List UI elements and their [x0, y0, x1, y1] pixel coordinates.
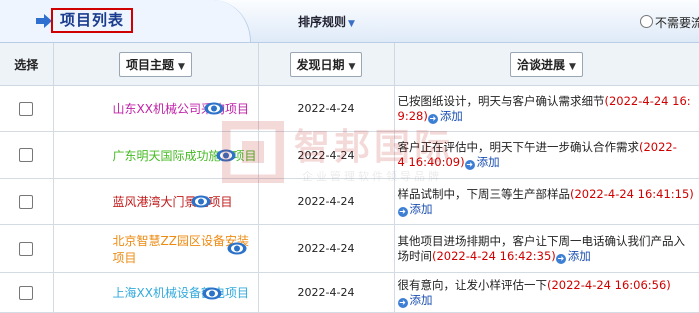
caret-down-icon: ▼: [178, 61, 185, 72]
add-icon: ➜: [464, 160, 475, 170]
add-icon: ➜: [427, 113, 438, 124]
caret-down-icon: ▼: [569, 61, 576, 72]
col-progress-header[interactable]: 洽谈进展 ▼: [394, 43, 699, 86]
col-progress-label: 洽谈进展: [517, 57, 566, 72]
eye-icon[interactable]: [202, 287, 222, 300]
progress-text: 其他项目进场排期中，客户让下周一电话确认我们产品入: [397, 233, 686, 248]
col-select-header: 选择: [0, 43, 54, 86]
caret-down-icon: ▼: [348, 19, 355, 29]
progress-cell: 已按图纸设计，明天与客户确认需求细节(2022-4-24 16: 9:28) ➜ 添…: [394, 85, 699, 132]
caret-down-icon: ▼: [348, 61, 356, 72]
row-checkbox[interactable]: [19, 194, 34, 209]
progress-text-cont: 场时间: [397, 248, 433, 263]
add-link[interactable]: ➜ 添加: [464, 155, 500, 170]
arrow-right-icon: [36, 14, 52, 28]
select-cell: [0, 131, 54, 179]
project-link[interactable]: 山东XX机械公司采购项目: [113, 102, 249, 116]
progress-timestamp: (2022-4-24 16:: [604, 93, 691, 108]
add-icon: ➜: [397, 297, 408, 308]
row-checkbox[interactable]: [19, 148, 34, 162]
table-row: 广东明天国际成功施工项目 2022-4-24 客户正在评估中，明天下午进一步确认…: [0, 131, 699, 179]
table-row: 北京智慧ZZ园区设备安装项目 2022-4-24 其他项目进场排期中，客户让下周…: [0, 224, 699, 273]
subject-cell: 蓝风港湾大门景观项目: [53, 178, 259, 225]
radio-icon[interactable]: [640, 15, 653, 28]
sort-rule-dropdown[interactable]: 排序规则 ▼: [298, 13, 355, 30]
progress-text: 客户正在评估中，明天下午进一步确认合作需求: [397, 140, 640, 154]
progress-text: 很有意向，让发小样评估一下: [397, 277, 548, 292]
date-cell: 2022-4-24: [258, 85, 395, 132]
add-label: 添加: [409, 201, 433, 216]
project-link[interactable]: 蓝风港湾大门景观项目: [113, 195, 233, 209]
table-row: 蓝风港湾大门景观项目 2022-4-24 样品试制中，下周三等生产部样品(202…: [0, 178, 699, 225]
progress-timestamp: (2022-4-24 16:06:56): [547, 277, 671, 292]
sort-rule-label: 排序规则: [298, 15, 347, 29]
date-cell: 2022-4-24: [258, 224, 395, 273]
subject-cell: 广东明天国际成功施工项目: [53, 131, 259, 179]
col-subject-header[interactable]: 项目主题 ▼: [53, 43, 259, 86]
col-date-header[interactable]: 发现日期 ▼: [258, 43, 395, 86]
progress-timestamp: (2022-4-24 16:41:15): [570, 186, 694, 201]
project-link[interactable]: 上海XX机械设备额电项目: [113, 286, 249, 300]
add-link[interactable]: ➜ 添加: [555, 248, 591, 264]
row-checkbox[interactable]: [19, 101, 34, 116]
progress-text: 已按图纸设计，明天与客户确认需求细节: [397, 93, 605, 108]
progress-timestamp: (2022-: [639, 140, 677, 154]
table-row: 山东XX机械公司采购项目 2022-4-24 已按图纸设计，明天与客户确认需求细…: [0, 85, 699, 132]
progress-cell: 客户正在评估中，明天下午进一步确认合作需求(2022- 4 16:40:09) ➜…: [394, 131, 699, 179]
date-cell: 2022-4-24: [258, 178, 395, 225]
progress-timestamp: (2022-4-24 16:42:35): [432, 248, 556, 263]
eye-icon[interactable]: [216, 149, 236, 162]
progress-cell: 其他项目进场排期中，客户让下周一电话确认我们产品入 场时间(2022-4-24 …: [394, 224, 699, 273]
select-cell: [0, 224, 54, 273]
add-label: 添加: [476, 155, 500, 169]
col-date-label: 发现日期: [296, 57, 345, 72]
select-cell: [0, 85, 54, 132]
progress-text: 样品试制中，下周三等生产部样品: [397, 186, 571, 201]
col-subject-label: 项目主题: [126, 57, 175, 72]
add-label: 添加: [567, 248, 591, 263]
row-checkbox[interactable]: [19, 285, 34, 300]
select-cell: [0, 178, 54, 225]
table-header-row: 选择 项目主题 ▼ 发现日期 ▼ 洽谈进展 ▼: [0, 43, 699, 86]
eye-icon[interactable]: [227, 242, 247, 255]
row-checkbox[interactable]: [19, 241, 34, 256]
progress-cell: 样品试制中，下周三等生产部样品(2022-4-24 16:41:15) ➜ 添加: [394, 178, 699, 225]
page-title: 项目列表: [51, 8, 133, 33]
subject-cell: 北京智慧ZZ园区设备安装项目: [53, 224, 259, 273]
no-need-radio[interactable]: 不需要流: [640, 14, 699, 31]
add-link[interactable]: ➜ 添加: [397, 292, 433, 308]
subject-cell: 山东XX机械公司采购项目: [53, 85, 259, 132]
project-table: 选择 项目主题 ▼ 发现日期 ▼ 洽谈进展 ▼ 山东XX机械公司采购项目 2022-4…: [0, 43, 699, 313]
add-label: 添加: [409, 292, 433, 307]
add-label: 添加: [439, 108, 463, 123]
top-toolbar: 项目列表 排序规则 ▼ 不需要流: [0, 0, 699, 43]
add-link[interactable]: ➜ 添加: [397, 201, 433, 217]
eye-icon[interactable]: [204, 102, 224, 115]
eye-icon[interactable]: [191, 195, 211, 208]
progress-timestamp-cont: 4 16:40:09): [397, 155, 465, 169]
add-link[interactable]: ➜ 添加: [427, 108, 463, 124]
no-need-label: 不需要流: [655, 16, 699, 30]
progress-timestamp-cont: 9:28): [397, 108, 428, 123]
date-cell: 2022-4-24: [258, 131, 395, 179]
add-icon: ➜: [555, 253, 566, 264]
add-icon: ➜: [397, 206, 408, 217]
